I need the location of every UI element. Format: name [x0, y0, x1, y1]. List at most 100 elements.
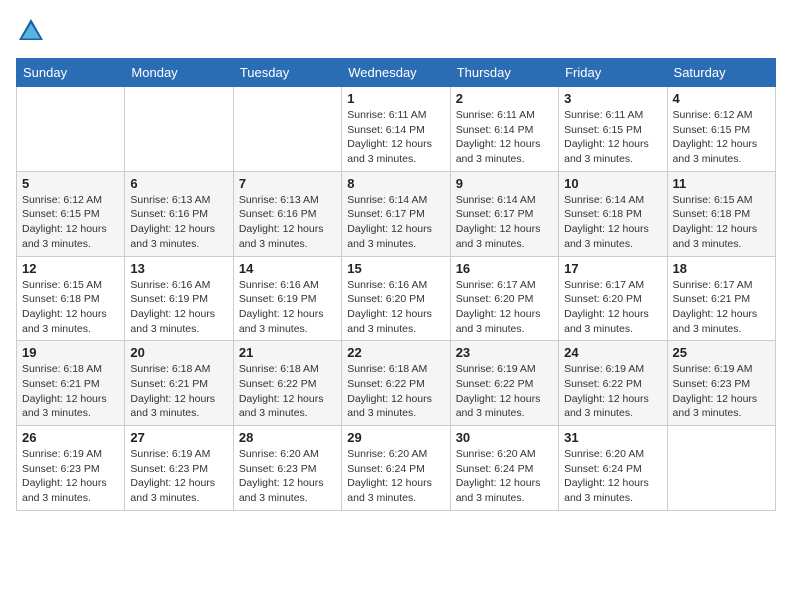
day-number: 2 [456, 91, 553, 106]
day-number: 14 [239, 261, 336, 276]
day-number: 15 [347, 261, 444, 276]
calendar-cell: 27Sunrise: 6:19 AM Sunset: 6:23 PM Dayli… [125, 426, 233, 511]
calendar-cell: 5 Sunrise: 6:12 AM Sunset: 6:15 PM Daylig… [17, 171, 125, 256]
day-number: 7 [239, 176, 336, 191]
calendar-cell: 12Sunrise: 6:15 AM Sunset: 6:18 PM Dayli… [17, 256, 125, 341]
day-number: 5 [22, 176, 119, 191]
page-header [16, 16, 776, 46]
calendar-cell: 14 Sunrise: 6:16 AM Sunset: 6:19 PM Dayli… [233, 256, 341, 341]
calendar-week-row: 1 Sunrise: 6:11 AM Sunset: 6:14 PM Daylig… [17, 87, 776, 172]
day-number: 24 [564, 345, 661, 360]
day-number: 22 [347, 345, 444, 360]
calendar-cell [125, 87, 233, 172]
day-detail: Sunrise: 6:20 AM Sunset: 6:24 PM Dayligh… [456, 447, 553, 506]
day-detail: Sunrise: 6:19 AM Sunset: 6:23 PM Dayligh… [22, 447, 119, 506]
weekday-header: Monday [125, 59, 233, 87]
day-detail: Sunrise: 6:14 AM Sunset: 6:18 PM Dayligh… [564, 193, 661, 252]
calendar-week-row: 26 Sunrise: 6:19 AM Sunset: 6:23 PM Dayli… [17, 426, 776, 511]
calendar-cell: 1 Sunrise: 6:11 AM Sunset: 6:14 PM Daylig… [342, 87, 450, 172]
day-detail: Sunrise: 6:14 AM Sunset: 6:17 PM Dayligh… [347, 193, 444, 252]
day-detail: Sunrise: 6:13 AM Sunset: 6:16 PM Dayligh… [130, 193, 227, 252]
day-number: 8 [347, 176, 444, 191]
day-detail: Sunrise: 6:15 AM Sunset: 6:18 PM Dayligh… [673, 193, 770, 252]
weekday-header: Wednesday [342, 59, 450, 87]
calendar-week-row: 19 Sunrise: 6:18 AM Sunset: 6:21 PM Dayli… [17, 341, 776, 426]
calendar-cell: 24 Sunrise: 6:19 AM Sunset: 6:22 PM Dayli… [559, 341, 667, 426]
day-detail: Sunrise: 6:18 AM Sunset: 6:22 PM Dayligh… [347, 362, 444, 421]
day-number: 9 [456, 176, 553, 191]
calendar-cell: 15 Sunrise: 6:16 AM Sunset: 6:20 PM Dayli… [342, 256, 450, 341]
weekday-header: Sunday [17, 59, 125, 87]
day-detail: Sunrise: 6:13 AM Sunset: 6:16 PM Dayligh… [239, 193, 336, 252]
day-detail: Sunrise: 6:18 AM Sunset: 6:21 PM Dayligh… [22, 362, 119, 421]
day-number: 19 [22, 345, 119, 360]
day-number: 21 [239, 345, 336, 360]
calendar-cell: 10 Sunrise: 6:14 AM Sunset: 6:18 PM Dayli… [559, 171, 667, 256]
day-detail: Sunrise: 6:19 AM Sunset: 6:23 PM Dayligh… [130, 447, 227, 506]
calendar-cell: 20 Sunrise: 6:18 AM Sunset: 6:21 PM Dayli… [125, 341, 233, 426]
calendar-cell: 25 Sunrise: 6:19 AM Sunset: 6:23 PM Dayli… [667, 341, 775, 426]
calendar-cell: 30 Sunrise: 6:20 AM Sunset: 6:24 PM Dayli… [450, 426, 558, 511]
day-number: 4 [673, 91, 770, 106]
weekday-header: Tuesday [233, 59, 341, 87]
calendar-week-row: 5 Sunrise: 6:12 AM Sunset: 6:15 PM Daylig… [17, 171, 776, 256]
calendar-cell: 26 Sunrise: 6:19 AM Sunset: 6:23 PM Dayli… [17, 426, 125, 511]
day-detail: Sunrise: 6:16 AM Sunset: 6:20 PM Dayligh… [347, 278, 444, 337]
day-detail: Sunrise: 6:16 AM Sunset: 6:19 PM Dayligh… [130, 278, 227, 337]
day-number: 30 [456, 430, 553, 445]
calendar-cell: 3Sunrise: 6:11 AM Sunset: 6:15 PM Daylig… [559, 87, 667, 172]
day-detail: Sunrise: 6:17 AM Sunset: 6:21 PM Dayligh… [673, 278, 770, 337]
day-number: 28 [239, 430, 336, 445]
day-number: 1 [347, 91, 444, 106]
day-detail: Sunrise: 6:11 AM Sunset: 6:14 PM Dayligh… [347, 108, 444, 167]
day-detail: Sunrise: 6:20 AM Sunset: 6:24 PM Dayligh… [347, 447, 444, 506]
calendar-cell [233, 87, 341, 172]
day-number: 3 [564, 91, 661, 106]
day-detail: Sunrise: 6:14 AM Sunset: 6:17 PM Dayligh… [456, 193, 553, 252]
day-detail: Sunrise: 6:11 AM Sunset: 6:14 PM Dayligh… [456, 108, 553, 167]
day-number: 13 [130, 261, 227, 276]
calendar-cell: 17Sunrise: 6:17 AM Sunset: 6:20 PM Dayli… [559, 256, 667, 341]
day-detail: Sunrise: 6:12 AM Sunset: 6:15 PM Dayligh… [22, 193, 119, 252]
calendar-cell: 29Sunrise: 6:20 AM Sunset: 6:24 PM Dayli… [342, 426, 450, 511]
day-number: 31 [564, 430, 661, 445]
calendar-cell: 22 Sunrise: 6:18 AM Sunset: 6:22 PM Dayli… [342, 341, 450, 426]
day-number: 10 [564, 176, 661, 191]
calendar-cell: 9 Sunrise: 6:14 AM Sunset: 6:17 PM Daylig… [450, 171, 558, 256]
day-detail: Sunrise: 6:19 AM Sunset: 6:22 PM Dayligh… [564, 362, 661, 421]
day-detail: Sunrise: 6:17 AM Sunset: 6:20 PM Dayligh… [564, 278, 661, 337]
calendar-cell: 16Sunrise: 6:17 AM Sunset: 6:20 PM Dayli… [450, 256, 558, 341]
calendar-cell [17, 87, 125, 172]
calendar-cell: 8 Sunrise: 6:14 AM Sunset: 6:17 PM Daylig… [342, 171, 450, 256]
day-detail: Sunrise: 6:18 AM Sunset: 6:21 PM Dayligh… [130, 362, 227, 421]
calendar-cell: 31 Sunrise: 6:20 AM Sunset: 6:24 PM Dayli… [559, 426, 667, 511]
calendar-cell: 18 Sunrise: 6:17 AM Sunset: 6:21 PM Dayli… [667, 256, 775, 341]
day-detail: Sunrise: 6:16 AM Sunset: 6:19 PM Dayligh… [239, 278, 336, 337]
day-detail: Sunrise: 6:19 AM Sunset: 6:22 PM Dayligh… [456, 362, 553, 421]
day-number: 11 [673, 176, 770, 191]
calendar-table: SundayMondayTuesdayWednesdayThursdayFrid… [16, 58, 776, 511]
calendar-week-row: 12Sunrise: 6:15 AM Sunset: 6:18 PM Dayli… [17, 256, 776, 341]
day-number: 25 [673, 345, 770, 360]
calendar-cell: 11 Sunrise: 6:15 AM Sunset: 6:18 PM Dayli… [667, 171, 775, 256]
logo-icon [16, 16, 46, 46]
day-number: 18 [673, 261, 770, 276]
day-detail: Sunrise: 6:20 AM Sunset: 6:23 PM Dayligh… [239, 447, 336, 506]
day-detail: Sunrise: 6:15 AM Sunset: 6:18 PM Dayligh… [22, 278, 119, 337]
day-detail: Sunrise: 6:17 AM Sunset: 6:20 PM Dayligh… [456, 278, 553, 337]
logo [16, 16, 50, 46]
day-detail: Sunrise: 6:20 AM Sunset: 6:24 PM Dayligh… [564, 447, 661, 506]
weekday-header: Friday [559, 59, 667, 87]
day-number: 26 [22, 430, 119, 445]
weekday-header: Thursday [450, 59, 558, 87]
day-detail: Sunrise: 6:19 AM Sunset: 6:23 PM Dayligh… [673, 362, 770, 421]
weekday-header: Saturday [667, 59, 775, 87]
day-detail: Sunrise: 6:12 AM Sunset: 6:15 PM Dayligh… [673, 108, 770, 167]
calendar-cell: 13 Sunrise: 6:16 AM Sunset: 6:19 PM Dayli… [125, 256, 233, 341]
day-number: 6 [130, 176, 227, 191]
day-number: 20 [130, 345, 227, 360]
calendar-cell: 4 Sunrise: 6:12 AM Sunset: 6:15 PM Daylig… [667, 87, 775, 172]
calendar-cell: 21Sunrise: 6:18 AM Sunset: 6:22 PM Dayli… [233, 341, 341, 426]
calendar-cell: 19 Sunrise: 6:18 AM Sunset: 6:21 PM Dayli… [17, 341, 125, 426]
calendar-cell: 23Sunrise: 6:19 AM Sunset: 6:22 PM Dayli… [450, 341, 558, 426]
